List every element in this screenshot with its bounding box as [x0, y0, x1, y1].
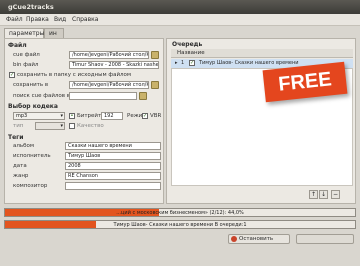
- cue-folder-icon[interactable]: [151, 51, 159, 59]
- same-folder-label: сохранить в папку с исходным файлом: [17, 72, 132, 78]
- vbr-label: VBR: [150, 113, 162, 119]
- album-field[interactable]: Сказки нашего времени: [65, 142, 161, 150]
- cue-file-label: cue файл: [13, 52, 40, 58]
- save-to-field[interactable]: /home/jevgeni/Рабочий стол/К: [69, 81, 149, 89]
- total-progress-text: Тимур Шаов- Сказки нашего времени В очер…: [113, 222, 247, 228]
- search-cue-field[interactable]: [69, 92, 137, 100]
- settings-panel: Файл cue файл /home/jevgeni/Рабочий стол…: [4, 38, 164, 204]
- bitrate-radio[interactable]: •: [69, 113, 75, 119]
- search-folder-icon[interactable]: [139, 92, 147, 100]
- quality-radio[interactable]: [69, 123, 75, 129]
- quality-label: Качество: [77, 123, 104, 129]
- stop-button[interactable]: Остановить: [228, 234, 290, 244]
- file-section-heading: Файл: [8, 42, 27, 49]
- menu-edit[interactable]: Правка: [26, 16, 49, 23]
- queue-row-checkbox[interactable]: ✓: [189, 60, 195, 66]
- queue-button-group: ↑ ↓ −: [309, 190, 349, 199]
- queue-row-arrow-icon: ▸: [175, 60, 178, 66]
- menu-view[interactable]: Вид: [54, 16, 66, 23]
- track-progress-text: ...ций с московским бизнесменом» (2/12):…: [116, 210, 244, 216]
- queue-column-header[interactable]: Название: [171, 49, 353, 58]
- composer-label: композитор: [13, 183, 48, 189]
- bin-file-label: bin файл: [13, 62, 39, 68]
- genre-field[interactable]: RE Chanson: [65, 172, 161, 180]
- codec-section-heading: Выбор кодека: [8, 103, 58, 110]
- type-select[interactable]: ▾: [35, 122, 65, 130]
- window-titlebar: gCue2tracks: [0, 0, 360, 14]
- bin-file-field[interactable]: Timur Shaov - 2008 - Skazki nashego vren: [69, 61, 159, 69]
- queue-row-index: 1: [181, 60, 185, 66]
- codec-select[interactable]: mp3 ▾: [13, 112, 65, 120]
- cue-file-field[interactable]: /home/jevgeni/Рабочий стол/К: [69, 51, 149, 59]
- track-progress-bar: ...ций с московским бизнесменом» (2/12):…: [4, 208, 356, 217]
- stop-icon: [231, 236, 237, 242]
- bitrate-label: Битрейт: [77, 113, 102, 119]
- chevron-down-icon: ▾: [60, 123, 63, 129]
- type-label: тип: [13, 123, 24, 129]
- artist-label: исполнитель: [13, 153, 51, 159]
- chevron-down-icon: ▾: [60, 113, 63, 119]
- genre-label: жанр: [13, 173, 29, 179]
- queue-heading: Очередь: [172, 41, 203, 48]
- artist-field[interactable]: Тимур Шаов: [65, 152, 161, 160]
- save-folder-icon[interactable]: [151, 81, 159, 89]
- menu-help[interactable]: Справка: [72, 16, 98, 23]
- move-up-icon[interactable]: ↑: [309, 190, 318, 199]
- menu-bar: Файл Правка Вид Справка: [0, 14, 360, 26]
- total-progress-bar: Тимур Шаов- Сказки нашего времени В очер…: [4, 220, 356, 229]
- second-action-button[interactable]: [296, 234, 354, 244]
- move-down-icon[interactable]: ↓: [319, 190, 328, 199]
- codec-value: mp3: [16, 113, 28, 119]
- remove-icon[interactable]: −: [331, 190, 340, 199]
- menu-file[interactable]: Файл: [6, 16, 23, 23]
- stop-button-label: Остановить: [239, 236, 274, 242]
- same-folder-checkbox[interactable]: ✓: [9, 72, 15, 78]
- date-field[interactable]: 2008: [65, 162, 161, 170]
- composer-field[interactable]: [65, 182, 161, 190]
- window-title: gCue2tracks: [8, 3, 54, 11]
- tags-section-heading: Теги: [8, 134, 24, 141]
- album-label: альбом: [13, 143, 35, 149]
- save-to-label: сохранить в: [13, 82, 49, 88]
- vbr-checkbox[interactable]: ✓: [142, 113, 148, 119]
- queue-row-title: Тимур Шаов- Сказки нашего времени: [199, 60, 299, 66]
- bitrate-field[interactable]: 192: [101, 112, 123, 120]
- search-cue-label: поиск cue файлов в: [13, 93, 71, 99]
- date-label: дата: [13, 163, 27, 169]
